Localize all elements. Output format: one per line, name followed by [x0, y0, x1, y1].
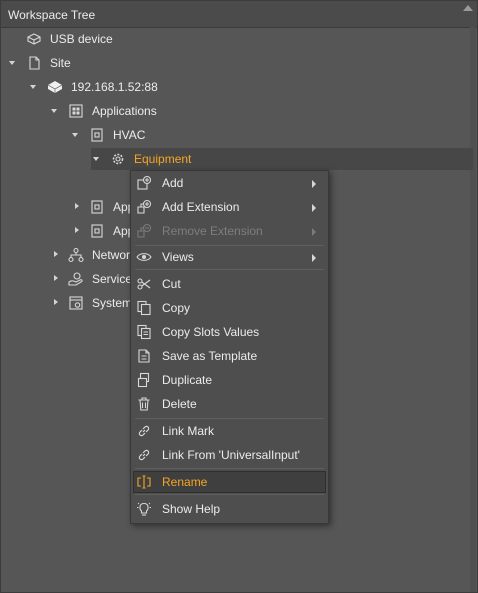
submenu-arrow-icon: [312, 228, 316, 236]
chevron-right-icon[interactable]: [54, 299, 58, 305]
menu-item-copy-slots-values[interactable]: Copy Slots Values: [133, 321, 326, 343]
submenu-arrow-icon: [312, 180, 316, 188]
link-icon: [136, 447, 152, 463]
menu-label: Link From 'UniversalInput': [162, 448, 300, 462]
menu-label: Copy Slots Values: [162, 325, 260, 339]
menu-item-add-extension[interactable]: Add Extension: [133, 196, 326, 218]
chevron-right-icon[interactable]: [75, 203, 79, 209]
application-icon: [89, 127, 105, 143]
menu-label: Rename: [162, 475, 208, 489]
menu-separator: [135, 494, 324, 495]
chevron-down-icon[interactable]: [93, 157, 99, 161]
server-icon: [47, 79, 63, 95]
menu-separator: [135, 418, 324, 419]
menu-label: Show Help: [162, 502, 221, 516]
tree-item-site[interactable]: Site: [1, 52, 471, 74]
tree-label: System: [92, 296, 133, 310]
chevron-down-icon[interactable]: [9, 61, 15, 65]
menu-item-duplicate[interactable]: Duplicate: [133, 369, 326, 391]
menu-label: Cut: [162, 277, 181, 291]
menu-label: Views: [162, 250, 194, 264]
tree-item-networks[interactable]: Networ: [1, 244, 131, 266]
submenu-arrow-icon: [312, 254, 316, 262]
copy-icon: [136, 300, 152, 316]
tree-item-app-1[interactable]: App: [1, 196, 134, 218]
menu-label: Link Mark: [162, 424, 215, 438]
tree-item-usb-device[interactable]: USB device: [1, 28, 471, 50]
system-icon: [68, 295, 84, 311]
network-icon: [68, 247, 84, 263]
applications-icon: [68, 103, 84, 119]
chevron-down-icon[interactable]: [30, 85, 36, 89]
menu-label: Add: [162, 176, 184, 190]
gear-icon: [110, 151, 126, 167]
rename-icon: [136, 474, 152, 490]
scroll-up-icon[interactable]: [463, 5, 473, 11]
template-icon: [136, 348, 152, 364]
menu-item-cut[interactable]: Cut: [133, 273, 326, 295]
tree-label: 192.168.1.52:88: [71, 80, 158, 94]
menu-item-show-help[interactable]: Show Help: [133, 498, 326, 520]
application-icon: [89, 223, 105, 239]
services-icon: [68, 271, 84, 287]
panel-header: Workspace Tree: [1, 1, 477, 28]
tree-label: HVAC: [113, 128, 146, 142]
menu-label: Copy: [162, 301, 191, 315]
menu-item-views[interactable]: Views: [133, 246, 326, 268]
context-menu: Add Add Extension Remove Extension Views…: [130, 170, 329, 524]
menu-item-add[interactable]: Add: [133, 172, 326, 194]
tree-label: USB device: [50, 32, 113, 46]
duplicate-icon: [136, 372, 152, 388]
tree-label: Networ: [92, 248, 131, 262]
menu-label: Add Extension: [162, 200, 240, 214]
remove-extension-icon: [136, 223, 152, 239]
add-icon: [136, 175, 152, 191]
add-extension-icon: [136, 199, 152, 215]
menu-item-remove-extension: Remove Extension: [133, 220, 326, 242]
chevron-right-icon[interactable]: [54, 251, 58, 257]
lightbulb-icon: [136, 501, 152, 517]
menu-label: Delete: [162, 397, 197, 411]
link-icon: [136, 423, 152, 439]
menu-item-link-from[interactable]: Link From 'UniversalInput': [133, 444, 326, 466]
tree-item-app-2[interactable]: App: [1, 220, 134, 242]
document-icon: [26, 55, 42, 71]
menu-label: Save as Template: [162, 349, 258, 363]
menu-label: Duplicate: [162, 373, 213, 387]
tree-item-equipment[interactable]: Equipment: [91, 148, 473, 170]
tree-label: Applications: [92, 104, 157, 118]
usb-device-icon: [26, 31, 42, 47]
menu-item-link-mark[interactable]: Link Mark: [133, 420, 326, 442]
tree-item-applications[interactable]: Applications: [1, 100, 471, 122]
scissors-icon: [136, 276, 152, 292]
chevron-right-icon[interactable]: [54, 275, 58, 281]
menu-item-copy[interactable]: Copy: [133, 297, 326, 319]
tree-label: Site: [50, 56, 71, 70]
panel-title: Workspace Tree: [8, 8, 96, 22]
tree-item-services[interactable]: Services: [1, 268, 138, 290]
application-icon: [89, 199, 105, 215]
tree-item-system[interactable]: System: [1, 292, 133, 314]
menu-item-save-as-template[interactable]: Save as Template: [133, 345, 326, 367]
chevron-down-icon[interactable]: [51, 109, 57, 113]
menu-separator: [135, 269, 324, 270]
eye-icon: [136, 249, 152, 265]
menu-separator: [135, 468, 324, 469]
chevron-right-icon[interactable]: [75, 227, 79, 233]
tree-label: Equipment: [134, 152, 192, 166]
copy-values-icon: [136, 324, 152, 340]
tree-item-device[interactable]: 192.168.1.52:88: [1, 76, 471, 98]
chevron-down-icon[interactable]: [72, 133, 78, 137]
menu-item-delete[interactable]: Delete: [133, 393, 326, 415]
tree-item-hvac[interactable]: HVAC: [1, 124, 471, 146]
trash-icon: [136, 396, 152, 412]
menu-label: Remove Extension: [162, 224, 263, 238]
menu-item-rename[interactable]: Rename: [133, 471, 326, 493]
submenu-arrow-icon: [312, 204, 316, 212]
